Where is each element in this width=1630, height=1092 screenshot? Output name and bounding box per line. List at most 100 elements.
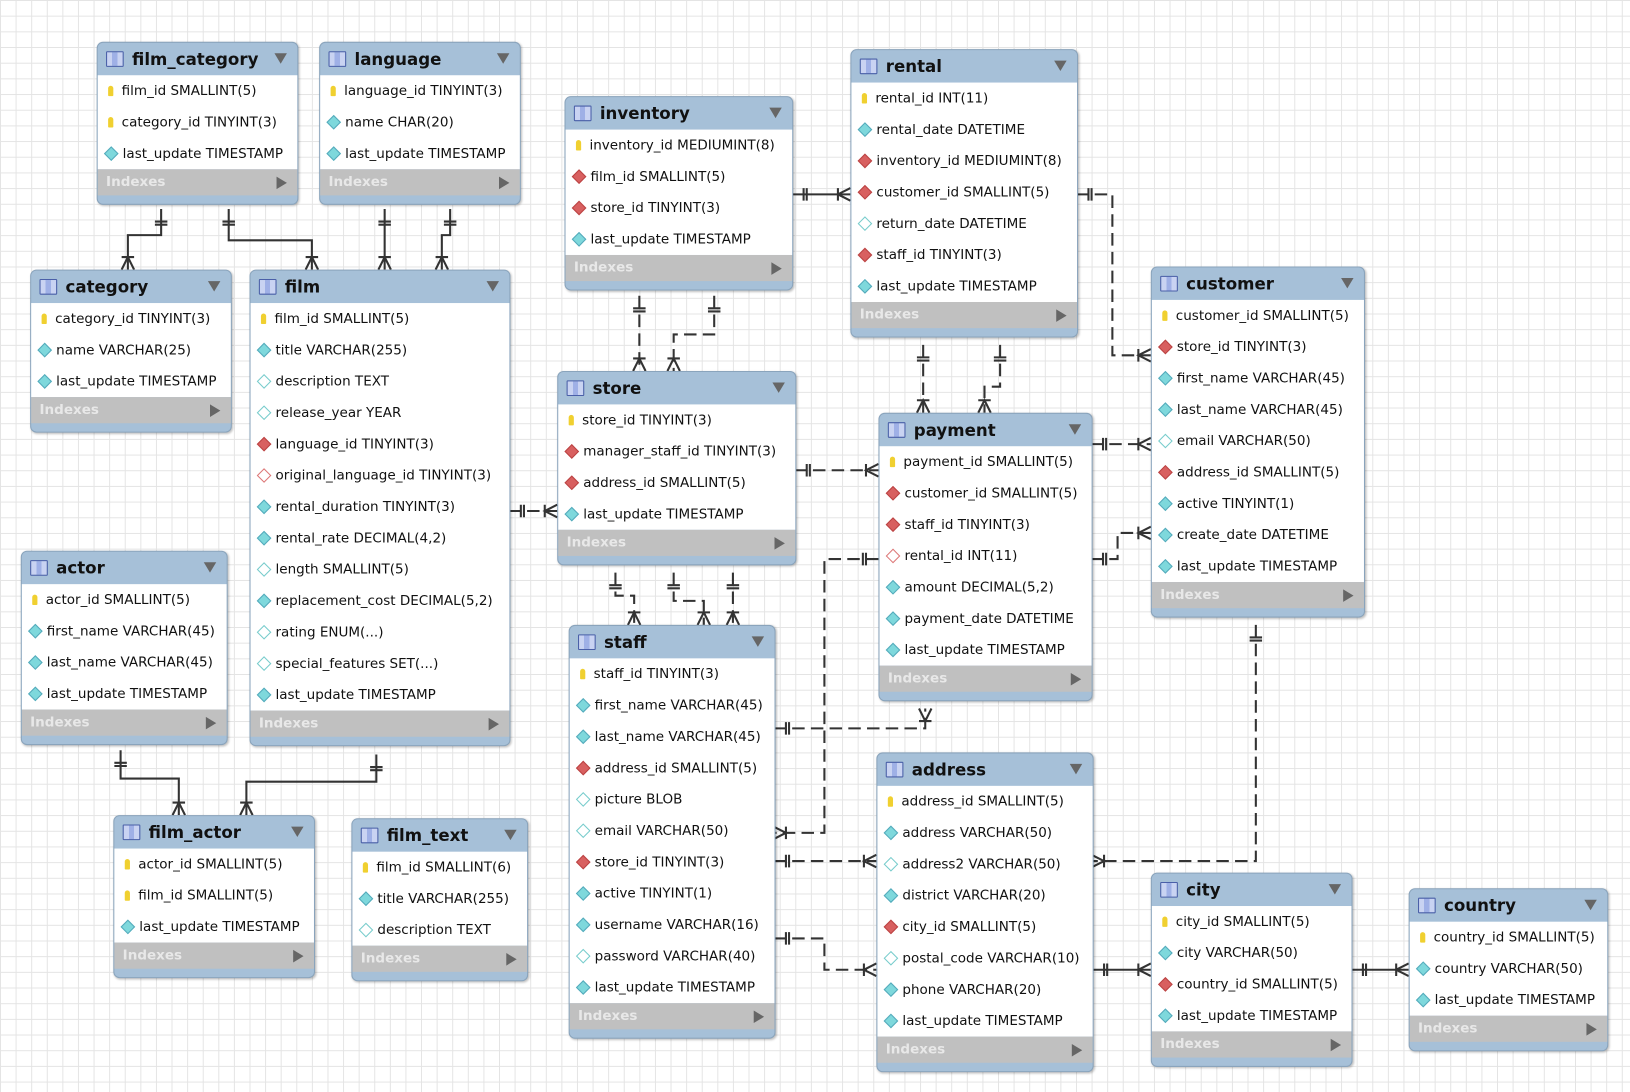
table-header[interactable]: city [1152, 874, 1352, 906]
column-row[interactable]: film_id SMALLINT(5) [98, 75, 298, 106]
table-header[interactable]: category [31, 271, 231, 303]
column-row[interactable]: address VARCHAR(50) [877, 817, 1092, 848]
column-row[interactable]: original_language_id TINYINT(3) [251, 460, 510, 491]
table-header[interactable]: inventory [566, 97, 793, 129]
indexes-section[interactable]: Indexes [320, 169, 520, 196]
indexes-section[interactable]: Indexes [565, 254, 793, 282]
column-row[interactable]: store_id TINYINT(3) [566, 192, 793, 223]
column-row[interactable]: customer_id SMALLINT(5) [851, 177, 1077, 208]
relationship-line[interactable] [773, 708, 927, 730]
table-film-category[interactable]: film_category film_id SMALLINT(5) category… [96, 41, 299, 205]
column-row[interactable]: staff_id TINYINT(3) [851, 239, 1077, 270]
table-header[interactable]: staff [570, 626, 775, 658]
expand-arrow-icon[interactable] [1056, 309, 1067, 322]
column-row[interactable]: email VARCHAR(50) [570, 815, 775, 846]
table-header[interactable]: country [1410, 889, 1608, 921]
expand-arrow-icon[interactable] [506, 953, 517, 966]
column-row[interactable]: length SMALLINT(5) [251, 554, 510, 585]
column-row[interactable]: last_update TIMESTAMP [98, 138, 298, 169]
relationship-line[interactable] [1090, 531, 1151, 561]
table-address[interactable]: address address_id SMALLINT(5) address VAR… [876, 752, 1094, 1073]
indexes-section[interactable]: Indexes [1409, 1015, 1608, 1042]
column-row[interactable]: city_id SMALLINT(5) [877, 911, 1092, 942]
column-row[interactable]: special_features SET(...) [251, 648, 510, 679]
collapse-caret-icon[interactable] [772, 382, 785, 393]
indexes-section[interactable]: Indexes [558, 529, 796, 556]
column-row[interactable]: last_name VARCHAR(45) [570, 721, 775, 752]
collapse-caret-icon[interactable] [1054, 60, 1067, 72]
column-row[interactable]: first_name VARCHAR(45) [22, 616, 227, 647]
table-header[interactable]: store [558, 372, 795, 404]
indexes-section[interactable]: Indexes [97, 169, 298, 196]
column-row[interactable]: replacement_cost DECIMAL(5,2) [251, 585, 510, 616]
column-row[interactable]: payment_date DATETIME [880, 603, 1092, 634]
column-row[interactable]: language_id TINYINT(3) [320, 75, 520, 106]
relationship-line[interactable] [672, 572, 705, 625]
table-header[interactable]: film [251, 271, 510, 303]
column-row[interactable]: password VARCHAR(40) [570, 940, 775, 971]
column-row[interactable]: last_update TIMESTAMP [1152, 1000, 1352, 1031]
table-film[interactable]: film film_id SMALLINT(5) title VARCHAR(255… [249, 269, 511, 747]
column-row[interactable]: email VARCHAR(50) [1152, 425, 1364, 456]
column-row[interactable]: payment_id SMALLINT(5) [880, 446, 1092, 477]
column-row[interactable]: picture BLOB [570, 784, 775, 815]
column-row[interactable]: address2 VARCHAR(50) [877, 849, 1092, 880]
column-row[interactable]: address_id SMALLINT(5) [877, 786, 1092, 817]
expand-arrow-icon[interactable] [499, 176, 510, 190]
column-row[interactable]: film_id SMALLINT(5) [566, 161, 793, 192]
expand-arrow-icon[interactable] [1330, 1038, 1342, 1052]
column-row[interactable]: staff_id TINYINT(3) [570, 658, 775, 689]
collapse-caret-icon[interactable] [203, 562, 217, 573]
table-city[interactable]: city city_id SMALLINT(5) city VARCHAR(50) c… [1150, 872, 1353, 1067]
expand-arrow-icon[interactable] [488, 717, 500, 731]
collapse-caret-icon[interactable] [496, 53, 510, 64]
indexes-section[interactable]: Indexes [1151, 582, 1364, 609]
expand-arrow-icon[interactable] [1070, 672, 1082, 686]
column-row[interactable]: inventory_id MEDIUMINT(8) [851, 145, 1077, 176]
table-country[interactable]: country country_id SMALLINT(5) country VAR… [1408, 888, 1609, 1052]
indexes-section[interactable]: Indexes [352, 945, 528, 972]
indexes-section[interactable]: Indexes [31, 397, 231, 424]
column-row[interactable]: phone VARCHAR(20) [877, 974, 1092, 1005]
table-staff[interactable]: staff staff_id TINYINT(3) first_name VARCH… [568, 624, 776, 1039]
column-row[interactable]: address_id SMALLINT(5) [570, 752, 775, 783]
column-row[interactable]: district VARCHAR(20) [877, 880, 1092, 911]
column-row[interactable]: customer_id SMALLINT(5) [1152, 300, 1364, 331]
column-row[interactable]: store_id TINYINT(3) [570, 846, 775, 877]
column-row[interactable]: store_id TINYINT(3) [558, 404, 795, 435]
expand-arrow-icon[interactable] [293, 949, 304, 963]
column-row[interactable]: last_name VARCHAR(45) [1152, 394, 1364, 425]
table-category[interactable]: category category_id TINYINT(3) name VARCH… [30, 269, 232, 433]
column-row[interactable]: inventory_id MEDIUMINT(8) [566, 130, 793, 161]
expand-arrow-icon[interactable] [771, 262, 782, 275]
indexes-section[interactable]: Indexes [569, 1003, 775, 1030]
column-row[interactable]: city VARCHAR(50) [1152, 937, 1352, 968]
column-row[interactable]: language_id TINYINT(3) [251, 428, 510, 459]
indexes-section[interactable]: Indexes [114, 942, 314, 969]
column-row[interactable]: customer_id SMALLINT(5) [880, 478, 1092, 509]
relationship-line[interactable] [227, 208, 313, 270]
column-row[interactable]: name VARCHAR(25) [31, 334, 231, 365]
table-customer[interactable]: customer customer_id SMALLINT(5) store_id … [1150, 266, 1365, 618]
table-store[interactable]: store store_id TINYINT(3) manager_staff_id… [557, 370, 797, 566]
expand-arrow-icon[interactable] [205, 716, 217, 730]
expand-arrow-icon[interactable] [276, 176, 287, 190]
column-row[interactable]: address_id SMALLINT(5) [558, 467, 795, 498]
expand-arrow-icon[interactable] [209, 404, 221, 417]
collapse-caret-icon[interactable] [486, 281, 500, 292]
column-row[interactable]: rental_duration TINYINT(3) [251, 491, 510, 522]
column-row[interactable]: return_date DATETIME [851, 208, 1077, 239]
indexes-section[interactable]: Indexes [1151, 1031, 1352, 1058]
table-inventory[interactable]: inventory inventory_id MEDIUMINT(8) film_i… [564, 96, 794, 291]
column-row[interactable]: film_id SMALLINT(5) [251, 303, 510, 334]
column-row[interactable]: postal_code VARCHAR(10) [877, 943, 1092, 974]
column-row[interactable]: category_id TINYINT(3) [98, 107, 298, 138]
column-row[interactable]: country VARCHAR(50) [1410, 953, 1608, 984]
column-row[interactable]: last_update TIMESTAMP [320, 138, 520, 169]
column-row[interactable]: country_id SMALLINT(5) [1410, 922, 1608, 953]
relationship-line[interactable] [1075, 193, 1151, 357]
collapse-caret-icon[interactable] [1584, 899, 1597, 911]
expand-arrow-icon[interactable] [753, 1010, 765, 1024]
column-row[interactable]: last_update TIMESTAMP [114, 911, 314, 942]
collapse-caret-icon[interactable] [504, 829, 517, 841]
